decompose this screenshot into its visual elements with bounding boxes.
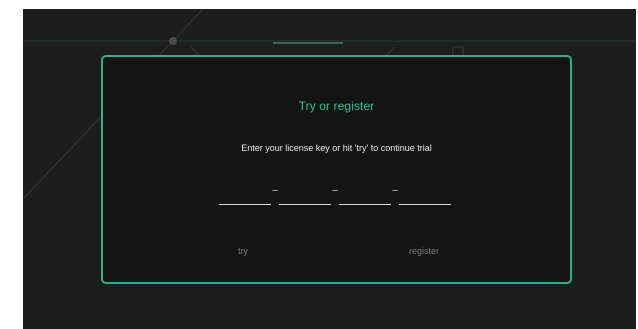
license-dialog: Try or register Enter your license key o… bbox=[101, 55, 572, 284]
license-key-field-4[interactable] bbox=[399, 182, 451, 205]
license-key-field-3[interactable] bbox=[339, 182, 391, 205]
register-button[interactable]: register bbox=[405, 244, 443, 258]
license-key-separator: – bbox=[392, 185, 398, 196]
screenshot-frame: Try or register Enter your license key o… bbox=[0, 0, 638, 329]
dialog-message: Enter your license key or hit 'try' to c… bbox=[241, 143, 432, 153]
license-key-separator: – bbox=[272, 185, 278, 196]
license-key-row: – – – bbox=[219, 182, 459, 206]
plugin-window: Try or register Enter your license key o… bbox=[23, 9, 636, 329]
try-button[interactable]: try bbox=[234, 244, 252, 258]
background-node-icon bbox=[169, 37, 177, 45]
dialog-title: Try or register bbox=[298, 99, 375, 113]
license-key-field-1[interactable] bbox=[219, 182, 271, 205]
license-key-field-2[interactable] bbox=[279, 182, 331, 205]
license-key-separator: – bbox=[332, 185, 338, 196]
